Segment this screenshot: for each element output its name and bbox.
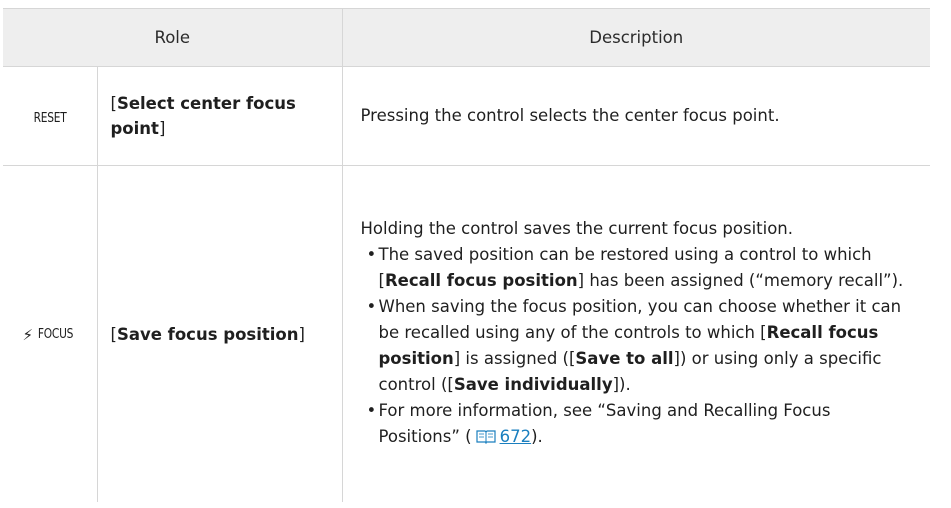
role-description-intro: Holding the control saves the current fo…	[360, 219, 794, 238]
table-row: RESET [Select center focus point] Pressi…	[3, 66, 930, 166]
button-roles-table: Role Description RESET [Select center fo…	[3, 8, 930, 502]
role-description-cell: Holding the control saves the current fo…	[342, 165, 930, 502]
reset-button-icon: RESET	[33, 110, 67, 126]
role-name-cell: [Select center focus point]	[97, 66, 343, 166]
list-item: When saving the focus position, you can …	[367, 294, 915, 398]
save-focus-button-icon: ⚡︎ FOCUS	[22, 326, 77, 344]
setting-name: Save to all	[575, 349, 674, 368]
role-name: Select center focus point	[110, 94, 296, 138]
list-item: The saved position can be restored using…	[367, 242, 915, 294]
role-description-cell: Pressing the control selects the center …	[342, 66, 930, 166]
header-role: Role	[3, 8, 343, 67]
bullet-text: For more information, see “Saving and Re…	[378, 401, 831, 446]
role-icon-cell: RESET	[3, 66, 98, 166]
bullet-text: ] has been assigned (“memory recall”).	[577, 271, 904, 290]
focus-label-text: FOCUS	[37, 327, 74, 342]
table-header-row: Role Description	[3, 8, 930, 67]
description-bullet-list: The saved position can be restored using…	[361, 242, 915, 452]
bullet-text: ]).	[612, 375, 631, 394]
setting-name: Recall focus position	[384, 271, 578, 290]
lightning-icon: ⚡︎	[22, 325, 33, 344]
page-reference-link[interactable]: 672	[500, 427, 532, 446]
role-description: Pressing the control selects the center …	[360, 106, 780, 125]
bullet-text: ] is assigned ([	[453, 349, 576, 368]
bullet-text: ).	[531, 427, 543, 446]
book-reference-icon	[475, 426, 496, 452]
role-icon-cell: ⚡︎ FOCUS	[3, 165, 98, 502]
list-item: For more information, see “Saving and Re…	[367, 398, 915, 452]
setting-name: Save individually	[453, 375, 613, 394]
header-description: Description	[342, 8, 930, 67]
role-name-cell: [Save focus position]	[97, 165, 343, 502]
role-name: Save focus position	[116, 324, 299, 344]
table-row: ⚡︎ FOCUS [Save focus position] Holding th…	[3, 165, 930, 502]
